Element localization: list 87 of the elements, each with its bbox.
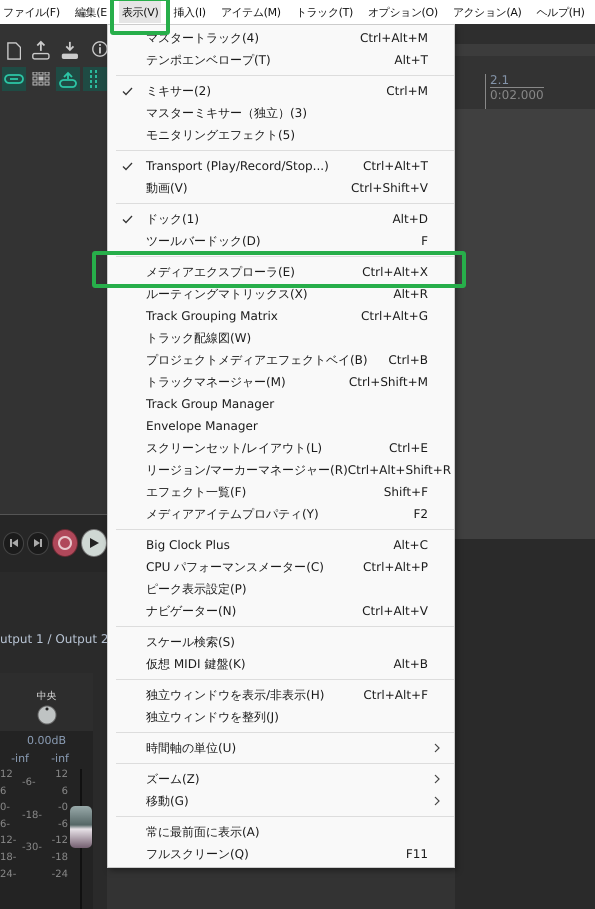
skip-back-icon bbox=[8, 538, 19, 548]
menu-item[interactable]: トラック配線図(W) bbox=[108, 327, 454, 349]
skip-forward-button[interactable] bbox=[27, 532, 49, 555]
menubar-item[interactable]: ヘルプ(H) bbox=[534, 1, 588, 23]
chevron-right-icon bbox=[434, 743, 440, 753]
meter-scale-label: -12 bbox=[50, 835, 68, 848]
menubar-item[interactable]: 挿入(I) bbox=[170, 1, 209, 23]
menu-item[interactable]: プロジェクトメディアエフェクトベイ(B) Ctrl+B bbox=[108, 349, 454, 371]
menu-item[interactable]: Envelope Manager bbox=[108, 415, 454, 437]
grid-icon bbox=[32, 72, 50, 86]
pan-label: 中央 bbox=[36, 690, 58, 703]
menu-item[interactable]: CPU パフォーマンスメーター(C) Ctrl+Alt+P bbox=[108, 556, 454, 578]
meter-scale-label: 6 bbox=[0, 786, 8, 798]
menu-item[interactable]: Track Group Manager bbox=[108, 393, 454, 415]
skip-forward-icon bbox=[33, 538, 44, 548]
menubar-item[interactable]: アイテム(M) bbox=[218, 1, 284, 23]
menu-item[interactable]: Transport (Play/Record/Stop...) Ctrl+Alt+T bbox=[108, 155, 454, 177]
link-arrow-icon bbox=[58, 69, 78, 89]
time-label: 0:02.000 bbox=[490, 88, 544, 103]
chevron-right-icon bbox=[434, 774, 440, 784]
meter-scale-label: 6- bbox=[0, 818, 11, 832]
upload-icon[interactable] bbox=[31, 39, 52, 61]
menubar-item[interactable]: トラック(T) bbox=[292, 1, 356, 23]
pan-knob[interactable] bbox=[36, 704, 56, 725]
meter-scale-label: 18- bbox=[0, 852, 18, 865]
menubar-item[interactable]: 表示(V) bbox=[118, 1, 162, 23]
menu-item[interactable]: メディアエクスプローラ(E) Ctrl+Alt+X bbox=[108, 261, 454, 283]
menubar-item[interactable]: アクション(A) bbox=[450, 1, 525, 23]
play-button[interactable] bbox=[80, 529, 107, 558]
meter-scale-label: 0- bbox=[0, 802, 11, 815]
menu-item[interactable]: メディアアイテムプロパティ(Y) F2 bbox=[108, 503, 454, 525]
meter-scale-label: 12- bbox=[0, 835, 18, 848]
peak-readout: -inf bbox=[11, 752, 29, 765]
menu-item[interactable]: 独立ウィンドウを整列(J) bbox=[108, 706, 454, 728]
menu-item[interactable]: ミキサー(2) Ctrl+M bbox=[108, 80, 454, 102]
menu-item[interactable]: Track Grouping Matrix Ctrl+Alt+G bbox=[108, 305, 454, 327]
document-icon[interactable] bbox=[7, 41, 22, 61]
menu-item[interactable]: ナビゲーター(N) Ctrl+Alt+V bbox=[108, 600, 454, 622]
meter-scale-label: -0 bbox=[57, 802, 68, 815]
meter-scale-label: 12 bbox=[54, 768, 68, 782]
volume-readout: 0.00dB bbox=[26, 734, 68, 747]
menu-item[interactable]: 常に最前面に表示(A) bbox=[108, 821, 454, 843]
meter-scale-label: -18- bbox=[22, 810, 43, 822]
info-icon[interactable] bbox=[90, 39, 108, 59]
menu-item[interactable]: ルーティングマトリックス(X) Alt+R bbox=[108, 283, 454, 305]
meter-scale-label: -6- bbox=[22, 776, 37, 790]
menu-item[interactable]: 時間軸の単位(U) bbox=[108, 737, 454, 759]
link-toggle[interactable] bbox=[56, 67, 80, 91]
menu-item[interactable]: エフェクト一覧(F) Shift+F bbox=[108, 481, 454, 503]
meter-scale-label: 24- bbox=[0, 868, 18, 882]
menu-item[interactable]: モニタリングエフェクト(5) bbox=[108, 124, 454, 146]
meter-scale-label: 6 bbox=[60, 786, 68, 798]
chevron-right-icon bbox=[434, 796, 440, 806]
menu-item[interactable]: マスターミキサー（独立）(3) bbox=[108, 102, 454, 124]
meter-scale-label: -18 bbox=[50, 852, 68, 865]
menu-item[interactable]: ズーム(Z) bbox=[108, 768, 454, 790]
menu-item[interactable]: ピーク表示設定(P) bbox=[108, 578, 454, 600]
columns-toggle[interactable] bbox=[83, 67, 107, 91]
menu-item[interactable]: Big Clock Plus Alt+C bbox=[108, 534, 454, 556]
volume-fader[interactable] bbox=[70, 806, 92, 848]
download-icon[interactable] bbox=[60, 39, 80, 61]
menubar-item[interactable]: ファイル(F) bbox=[0, 1, 63, 23]
record-icon bbox=[56, 535, 73, 552]
link-icon bbox=[4, 74, 24, 84]
menubar-item[interactable]: 編集(E bbox=[72, 1, 110, 23]
menu-item[interactable]: リージョン/マーカーマネージャー(R)Ctrl+Alt+Shift+R bbox=[108, 459, 454, 481]
meter-scale-label: 12 bbox=[0, 768, 14, 782]
menu-item[interactable]: 動画(V) Ctrl+Shift+V bbox=[108, 177, 454, 199]
skip-back-button[interactable] bbox=[3, 532, 24, 555]
play-icon bbox=[88, 537, 100, 550]
menu-item[interactable]: ツールバードック(D) F bbox=[108, 230, 454, 252]
record-button[interactable] bbox=[52, 529, 78, 558]
meter-scale-label: -24 bbox=[50, 868, 68, 882]
menu-item[interactable]: ドック(1) Alt+D bbox=[108, 208, 454, 230]
menu-item[interactable]: スクリーンセット/レイアウト(L) Ctrl+E bbox=[108, 437, 454, 459]
menu-item[interactable]: テンポエンベロープ(T) Alt+T bbox=[108, 49, 454, 71]
menu-item[interactable]: トラックマネージャー(M) Ctrl+Shift+M bbox=[108, 371, 454, 393]
measure-label: 2.1 bbox=[490, 74, 544, 88]
peak-readout: -inf bbox=[51, 752, 69, 765]
menubar-item[interactable]: オプション(O) bbox=[364, 1, 441, 23]
menu-item[interactable]: 仮想 MIDI 鍵盤(K) Alt+B bbox=[108, 653, 454, 675]
meter-scale-label: -6 bbox=[57, 818, 68, 832]
menu-item[interactable]: 独立ウィンドウを表示/非表示(H) Ctrl+Alt+F bbox=[108, 684, 454, 706]
menu-item[interactable]: 移動(G) bbox=[108, 790, 454, 812]
meter-scale-label: -30- bbox=[22, 842, 43, 855]
menu-item[interactable]: フルスクリーン(Q) F11 bbox=[108, 843, 454, 865]
link-toggle[interactable] bbox=[2, 67, 26, 91]
